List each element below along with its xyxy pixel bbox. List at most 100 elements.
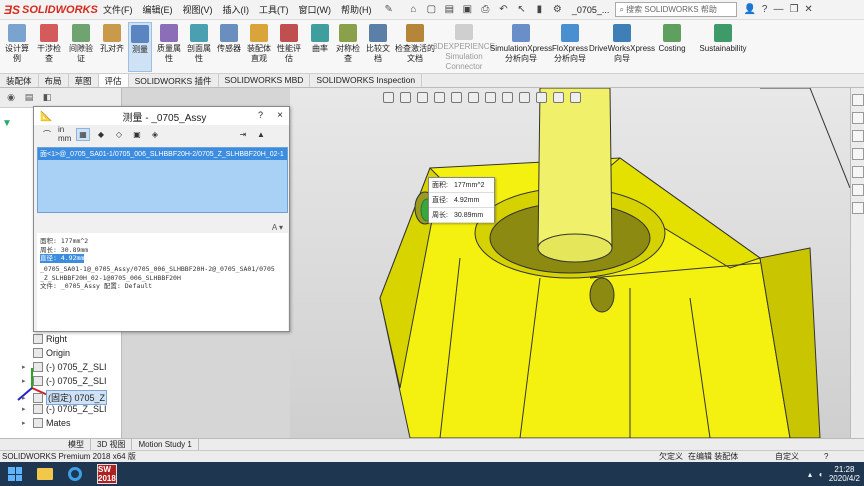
- measure-button[interactable]: 测量: [128, 22, 152, 72]
- tree-item-origin[interactable]: Origin: [22, 348, 70, 358]
- network-icon[interactable]: ▴: [808, 470, 812, 479]
- help-button[interactable]: ?: [762, 4, 768, 15]
- collapse-icon[interactable]: ▲: [254, 128, 268, 141]
- options-icon[interactable]: ⚙: [551, 3, 564, 16]
- units-status[interactable]: 自定义: [775, 451, 799, 462]
- units-button[interactable]: in mm: [58, 125, 72, 143]
- previous-view-icon[interactable]: [417, 92, 428, 103]
- open-icon[interactable]: ▤: [443, 3, 456, 16]
- tree-item-component-fixed[interactable]: ▸ (固定) 0705_Z: [22, 390, 108, 405]
- floxpress-button[interactable]: FloXpress 分析向导: [552, 22, 588, 72]
- menu-tools[interactable]: 工具(T): [254, 3, 294, 16]
- zoom-area-icon[interactable]: [400, 92, 411, 103]
- check-active-doc-button[interactable]: 检查激活的文档: [395, 22, 435, 72]
- design-library-icon[interactable]: [852, 112, 864, 124]
- tab-mbd[interactable]: SOLIDWORKS MBD: [219, 74, 311, 87]
- hide-show-icon[interactable]: [502, 92, 513, 103]
- compare-docs-button[interactable]: 比较文档: [364, 22, 392, 72]
- traffic-light-icon[interactable]: ▮: [533, 3, 546, 16]
- restore-icon[interactable]: ❐: [789, 4, 798, 15]
- tab-sketch[interactable]: 草图: [69, 74, 99, 87]
- user-icon[interactable]: 👤: [743, 4, 755, 15]
- design-study-button[interactable]: 设计算例: [2, 22, 32, 72]
- view-settings-icon[interactable]: [553, 92, 564, 103]
- tree-item-component[interactable]: ▸ (-) 0705_Z_SLI: [22, 362, 107, 372]
- interference-check-button[interactable]: 干涉检查: [34, 22, 64, 72]
- filter-icon[interactable]: ▼: [2, 118, 12, 129]
- text-size-icon[interactable]: A ▾: [272, 223, 283, 232]
- hole-alignment-button[interactable]: 孔对齐: [98, 22, 126, 72]
- tab-inspection[interactable]: SOLIDWORKS Inspection: [310, 74, 423, 87]
- tree-item-mates[interactable]: ▸ Mates: [22, 418, 71, 428]
- pin-dialog-icon[interactable]: ⇥: [236, 128, 250, 141]
- volume-icon[interactable]: ◖: [818, 470, 823, 479]
- tree-item-component[interactable]: ▸ (-) 0705_Z_SLI: [22, 376, 107, 386]
- print-icon[interactable]: ⎙: [479, 3, 492, 16]
- tab-evaluate[interactable]: 评估: [98, 74, 129, 87]
- feature-manager-icon[interactable]: ◉: [4, 92, 18, 104]
- simulationxpress-button[interactable]: SimulationXpress 分析向导: [490, 22, 552, 72]
- projection-icon[interactable]: ◇: [112, 128, 126, 141]
- performance-eval-button[interactable]: 性能评估: [275, 22, 303, 72]
- assembly-visualization-button[interactable]: 装配体直观: [245, 22, 273, 72]
- assembly-model[interactable]: [290, 88, 850, 438]
- select-icon[interactable]: ↖: [515, 3, 528, 16]
- undo-icon[interactable]: ↶: [497, 3, 510, 16]
- measure-title-bar[interactable]: 📐 测量 - _0705_Assy ? ×: [34, 107, 289, 125]
- selection-box[interactable]: 面<1>@_0705_SA01-1/0705_006_SLHBBF20H-2/0…: [37, 147, 288, 213]
- create-sensor-icon[interactable]: ◈: [148, 128, 162, 141]
- file-explorer-icon[interactable]: [852, 130, 864, 142]
- menu-edit[interactable]: 编辑(E): [138, 3, 178, 16]
- tree-item-right-plane[interactable]: Right: [22, 334, 67, 344]
- close-button[interactable]: ×: [277, 110, 283, 121]
- forum-icon[interactable]: [852, 202, 864, 214]
- tab-addins[interactable]: SOLIDWORKS 插件: [129, 74, 219, 87]
- solidworks-logo[interactable]: ƎS SOLIDWORKS: [0, 0, 98, 20]
- tab-3d-views[interactable]: 3D 视图: [91, 438, 133, 451]
- solidworks-taskbar-button[interactable]: SW 2018: [90, 462, 124, 486]
- dynamic-annotation-icon[interactable]: [451, 92, 462, 103]
- menu-view[interactable]: 视图(V): [178, 3, 218, 16]
- close-icon[interactable]: ✕: [804, 4, 812, 15]
- show-xyz-icon[interactable]: ▦: [76, 127, 90, 141]
- sensor-button[interactable]: 传感器: [215, 22, 243, 72]
- section-view-icon[interactable]: [434, 92, 445, 103]
- arc-condition-icon[interactable]: ⌒: [40, 128, 54, 141]
- menu-insert[interactable]: 插入(I): [218, 3, 255, 16]
- point-to-point-icon[interactable]: ◆: [94, 128, 108, 141]
- costing-button[interactable]: Costing: [656, 22, 688, 72]
- driveworksxpress-button[interactable]: DriveWorksXpress 向导: [589, 22, 655, 72]
- minimize-icon[interactable]: —: [773, 4, 783, 15]
- display-style-icon[interactable]: [485, 92, 496, 103]
- selected-face[interactable]: 面<1>@_0705_SA01-1/0705_006_SLHBBF20H-2/0…: [38, 148, 287, 160]
- internet-explorer-button[interactable]: [60, 462, 90, 486]
- tree-item-component[interactable]: ▸ (-) 0705_Z_SLI: [22, 404, 107, 414]
- new-doc-icon[interactable]: ▢: [425, 3, 438, 16]
- appearances-icon[interactable]: [852, 166, 864, 178]
- clock[interactable]: 21:28 2020/4/2: [829, 465, 860, 483]
- graphics-area[interactable]: [290, 88, 850, 438]
- mass-properties-button[interactable]: 质量属性: [155, 22, 183, 72]
- sustainability-button[interactable]: Sustainability: [696, 22, 750, 72]
- measure-history-icon[interactable]: ▣: [130, 128, 144, 141]
- tab-assembly[interactable]: 装配体: [0, 74, 39, 87]
- property-manager-icon[interactable]: ▤: [22, 92, 36, 104]
- display-pane-icon[interactable]: [570, 92, 581, 103]
- view-palette-icon[interactable]: [852, 148, 864, 160]
- solidworks-resources-icon[interactable]: [852, 94, 864, 106]
- view-orientation-icon[interactable]: [468, 92, 479, 103]
- zoom-fit-icon[interactable]: [383, 92, 394, 103]
- start-button[interactable]: [0, 462, 30, 486]
- edit-appearance-icon[interactable]: [519, 92, 530, 103]
- apply-scene-icon[interactable]: [536, 92, 547, 103]
- search-input[interactable]: ⌕ 搜索 SOLIDWORKS 帮助: [615, 2, 738, 17]
- status-help-button[interactable]: ?: [824, 452, 828, 461]
- menu-file[interactable]: 文件(F): [98, 3, 138, 16]
- curvature-button[interactable]: 曲率: [308, 22, 332, 72]
- tab-model[interactable]: 模型: [62, 438, 91, 451]
- section-properties-button[interactable]: 剖面属性: [185, 22, 213, 72]
- home-icon[interactable]: ⌂: [407, 3, 420, 16]
- tab-layout[interactable]: 布局: [39, 74, 69, 87]
- menu-window[interactable]: 窗口(W): [294, 3, 337, 16]
- symmetry-check-button[interactable]: 对称检查: [334, 22, 362, 72]
